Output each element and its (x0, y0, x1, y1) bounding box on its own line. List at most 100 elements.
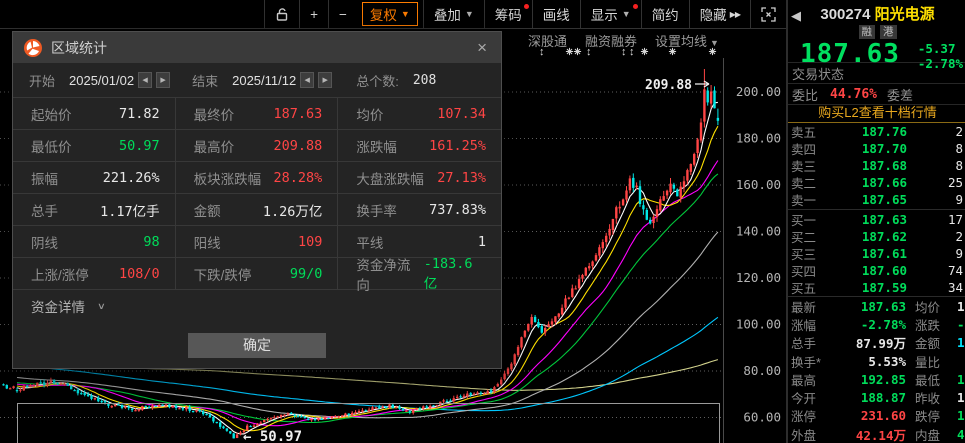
svg-text:209.88: 209.88 (645, 78, 692, 93)
level-volume: 8 (955, 141, 963, 156)
chevron-down-icon: ▼ (710, 38, 719, 48)
stat-row-5: 今开 188.87 昨收 1 (788, 388, 965, 406)
start-date-prev-button[interactable]: ◀ (138, 72, 153, 88)
change-percent: -2.78% (917, 56, 963, 71)
back-arrow-icon[interactable]: ◀ (791, 8, 801, 24)
stat-row-3: 换手* 5.53% 量比 (788, 352, 965, 370)
toolbar-display-button[interactable]: 显示 ▼ (579, 0, 641, 28)
ask-row-3[interactable]: 卖三 187.68 8 (788, 157, 965, 174)
bid-row-3[interactable]: 买三 187.61 9 (788, 245, 965, 262)
weibi-value: 44.76% (830, 86, 877, 102)
ask-row-1[interactable]: 卖五 187.76 2 (788, 123, 965, 140)
bid-row-4[interactable]: 买四 187.60 74 (788, 262, 965, 279)
toolbar-overlay-button[interactable]: 叠加 ▼ (422, 0, 484, 28)
price-row: 187.63 -5.37 -2.78% (788, 39, 965, 71)
level-price: 187.68 (861, 158, 907, 173)
toolbar-hide-label: 隐藏 (699, 8, 727, 23)
stat-value: 1.26万亿 (262, 203, 323, 220)
svg-text:60.00: 60.00 (743, 410, 781, 425)
confirm-button[interactable]: 确定 (188, 332, 326, 358)
weibi-label: 委比 (792, 87, 819, 103)
app-root: 60.00 80.00 100.00 120.00 140.00 160.00 180.00… (0, 0, 965, 443)
toolbar-simple-button[interactable]: 简约 (640, 0, 689, 28)
stat-value: 1.17亿手 (100, 203, 160, 220)
stat-cell-4-1: 阳线 109 (175, 226, 339, 258)
ma-settings-label: 设置均线 (655, 34, 708, 49)
toolbar-zoom-out-button[interactable]: − (328, 0, 357, 28)
ask-row-5[interactable]: 卖一 187.65 9 (788, 191, 965, 208)
fund-detail-toggle[interactable]: 资金详情 ∨ (13, 290, 501, 322)
stat-value: 71.82 (119, 105, 160, 122)
end-date-value[interactable]: 2025/11/12 (232, 73, 296, 88)
svg-text:160.00: 160.00 (736, 177, 781, 192)
stat-label: 大盘涨跌幅 (356, 171, 424, 187)
stat-label: 涨幅 (791, 318, 817, 333)
change-value: -5.37 (917, 41, 956, 56)
ma-settings-button[interactable]: 设置均线 ▼ (655, 31, 719, 50)
close-icon[interactable]: × (473, 39, 491, 56)
level-volume: 34 (947, 280, 963, 295)
stat-cell-3-2: 换手率 737.83% (338, 194, 501, 226)
toolbar-lock-button[interactable] (264, 0, 299, 28)
ask-row-4[interactable]: 卖二 187.66 25 (788, 174, 965, 191)
level-volume: 2 (955, 229, 963, 244)
toolbar-adjust-label: 复权 (369, 8, 397, 23)
stat-label: 平线 (356, 235, 384, 251)
end-date-next-button[interactable]: ▶ (318, 72, 333, 88)
toolbar-zoom-out-label: − (339, 6, 347, 22)
level-price: 187.70 (861, 141, 907, 156)
stat-row-2: 总手 87.99万金额 16 (788, 334, 965, 352)
shenzhen-connect-link[interactable]: 深股通 (528, 31, 567, 50)
level-price: 187.61 (861, 246, 907, 261)
toolbar-adjust-button[interactable]: 复权 ▼ (361, 2, 418, 26)
main-toolbar: + − 复权 ▼ 叠加 ▼ 筹码 画线 显示 ▼ 简约 隐藏 ▶▶ (0, 0, 786, 29)
last-price: 187.63 (800, 39, 900, 69)
app-logo-icon (24, 38, 42, 57)
lock-icon (276, 7, 288, 21)
l2-purchase-link[interactable]: 购买L2查看十档行情 (788, 104, 965, 123)
stat-value-right: - (957, 316, 964, 332)
chevron-down-icon: ▼ (621, 9, 631, 19)
stat-label: 起始价 (31, 107, 72, 123)
start-date-value[interactable]: 2025/01/02 (69, 73, 134, 88)
region-selection-box (17, 403, 720, 443)
fullscreen-icon (761, 6, 776, 22)
start-date-next-button[interactable]: ▶ (156, 72, 171, 88)
bid-row-5[interactable]: 买五 187.59 34 (788, 279, 965, 296)
end-date-prev-button[interactable]: ◀ (300, 72, 315, 88)
stock-tag-badge: 港 (880, 25, 897, 39)
toolbar-hide-button[interactable]: 隐藏 ▶▶ (688, 0, 750, 28)
dialog-titlebar: 区域统计 × (13, 32, 501, 63)
stat-label: 均价 (356, 107, 384, 123)
stat-cell-1-2: 涨跌幅 161.25% (338, 130, 501, 162)
double-arrow-icon: ▶▶ (729, 9, 741, 19)
toolbar-chips-button[interactable]: 筹码 (483, 0, 532, 28)
stat-value: 107.34 (437, 105, 486, 122)
toolbar-zoom-in-button[interactable]: + (299, 0, 328, 28)
stat-label-right: 均价 (915, 300, 941, 315)
toolbar-drawline-button[interactable]: 画线 (531, 0, 580, 28)
ask-row-2[interactable]: 卖四 187.70 8 (788, 140, 965, 157)
level-volume: 9 (955, 192, 963, 207)
stat-label: 振幅 (31, 171, 58, 187)
order-book: 卖五 187.76 2 卖四 187.70 8 卖三 187.68 8 卖二 187.66 25 卖一 1… (788, 123, 965, 296)
notification-dot (523, 4, 529, 9)
stat-row-6: 涨停 231.60 跌停 1 (788, 407, 965, 425)
stat-value-right: 1 (957, 371, 964, 387)
bid-row-2[interactable]: 买二 187.62 2 (788, 228, 965, 245)
level-price: 187.62 (861, 229, 907, 244)
stat-label: 今开 (791, 392, 817, 407)
stat-value: 231.60 (860, 408, 906, 424)
stat-value: 187.63 (273, 105, 323, 122)
stat-label: 涨停 (791, 410, 817, 425)
level-volume: 8 (955, 158, 963, 173)
stat-cell-5-0: 上涨/涨停 108/0 (13, 258, 176, 290)
stock-tag-badge: 融 (858, 25, 875, 39)
toolbar-fullscreen-button[interactable] (750, 0, 786, 28)
chevron-down-icon: ∨ (97, 300, 106, 312)
margin-trading-link[interactable]: 融资融券 (585, 31, 637, 50)
level-price: 187.63 (861, 212, 907, 227)
bid-row-1[interactable]: 买一 187.63 17 (788, 211, 965, 228)
stat-label: 最终价 (193, 107, 235, 123)
dialog-filter-row: 开始 2025/01/02 ◀ ▶ 结束 2025/11/12 ◀ ▶ 总个数:… (13, 63, 501, 98)
